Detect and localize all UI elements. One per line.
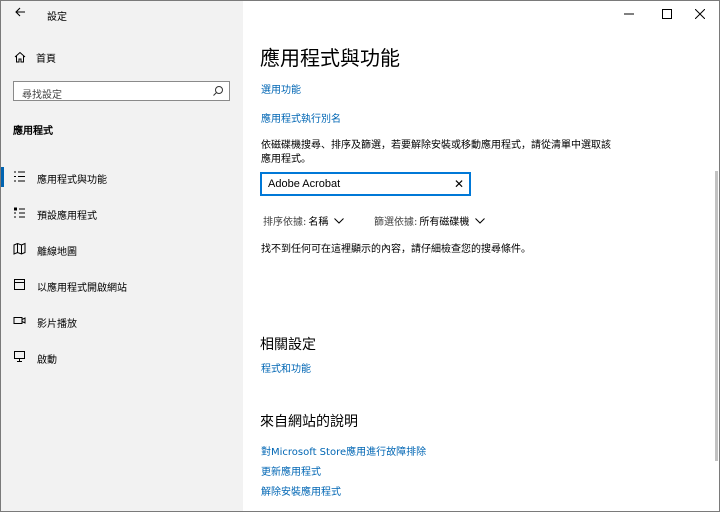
sort-dropdown[interactable]: 排序依據: 名稱 xyxy=(263,213,345,228)
update-apps-link[interactable]: 更新應用程式 xyxy=(261,463,321,478)
close-button[interactable] xyxy=(681,1,719,27)
video-icon xyxy=(13,317,26,324)
active-indicator xyxy=(1,167,4,187)
sidebar-section-title: 應用程式 xyxy=(13,126,53,137)
filter-drive-dropdown[interactable]: 篩選依據: 所有磁碟機 xyxy=(374,213,486,228)
page-title: 應用程式與功能 xyxy=(260,46,400,70)
minimize-button[interactable] xyxy=(610,1,648,27)
search-placeholder: 尋找設定 xyxy=(22,90,62,101)
sidebar-item-label: 啟動 xyxy=(37,355,57,366)
sidebar-item-label: 預設應用程式 xyxy=(37,211,97,222)
map-icon xyxy=(13,242,26,255)
optional-features-link[interactable]: 選用功能 xyxy=(261,81,301,96)
vertical-scrollbar[interactable] xyxy=(715,171,718,461)
no-results-message: 找不到任何可在這裡顯示的內容，請仔細檢查您的搜尋條件。 xyxy=(261,244,531,255)
clear-search-icon[interactable]: ✕ xyxy=(454,177,464,191)
default-apps-icon xyxy=(14,207,25,218)
settings-window: 設定 首頁 尋找設定 應用程式 應用程式與功能 預設應用程式 離線地圖 以應用程… xyxy=(0,0,720,512)
sidebar-item-label: 應用程式與功能 xyxy=(37,175,107,186)
close-icon xyxy=(695,9,705,19)
back-arrow-icon xyxy=(15,7,25,17)
filter-by-value: 所有磁碟機 xyxy=(419,217,470,228)
home-icon xyxy=(14,51,26,63)
home-label: 首頁 xyxy=(36,53,56,65)
open-with-icon xyxy=(14,279,25,290)
sidebar-item-video-playback[interactable]: 影片播放 xyxy=(1,303,243,339)
sidebar-item-label: 以應用程式開啟網站 xyxy=(37,283,127,294)
app-aliases-link[interactable]: 應用程式執行別名 xyxy=(261,110,341,125)
uninstall-apps-link[interactable]: 解除安裝應用程式 xyxy=(261,483,341,498)
sidebar-item-label: 離線地圖 xyxy=(37,247,77,258)
apps-list-icon xyxy=(14,171,25,182)
back-button[interactable] xyxy=(11,5,29,23)
programs-features-link[interactable]: 程式和功能 xyxy=(261,360,311,375)
sidebar-nav: 應用程式與功能 預設應用程式 離線地圖 以應用程式開啟網站 影片播放 啟動 xyxy=(1,159,243,375)
related-settings-heading: 相關設定 xyxy=(260,337,316,353)
sort-label: 排序依據: xyxy=(263,217,307,228)
web-help-heading: 來自網站的說明 xyxy=(260,414,358,430)
chevron-down-icon xyxy=(475,217,486,224)
sidebar-item-apps-features[interactable]: 應用程式與功能 xyxy=(1,159,243,195)
search-icon[interactable] xyxy=(212,85,224,97)
app-search-input[interactable] xyxy=(268,176,448,192)
sidebar-item-default-apps[interactable]: 預設應用程式 xyxy=(1,195,243,231)
sidebar-item-home[interactable]: 首頁 xyxy=(14,48,56,66)
window-title: 設定 xyxy=(47,12,67,23)
filter-by-label: 篩選依據: xyxy=(374,217,418,228)
sidebar-item-startup[interactable]: 啟動 xyxy=(1,339,243,375)
description-text: 依磁碟機搜尋、排序及篩選，若要解除安裝或移動應用程式，請從清單中選取該應用程式。 xyxy=(261,140,611,165)
main-content: 應用程式與功能 選用功能 應用程式執行別名 依磁碟機搜尋、排序及篩選，若要解除安… xyxy=(243,1,719,511)
minimize-icon xyxy=(624,13,634,15)
sidebar-item-apps-for-websites[interactable]: 以應用程式開啟網站 xyxy=(1,267,243,303)
sort-value: 名稱 xyxy=(308,217,329,228)
chevron-down-icon xyxy=(334,217,345,224)
app-search-box[interactable]: ✕ xyxy=(260,172,471,196)
settings-search-input[interactable]: 尋找設定 xyxy=(13,81,230,101)
maximize-icon xyxy=(662,9,672,19)
startup-icon xyxy=(14,351,25,362)
sidebar-item-label: 影片播放 xyxy=(37,319,77,330)
troubleshoot-store-link[interactable]: 對Microsoft Store應用進行故障排除 xyxy=(261,443,426,458)
sidebar-item-offline-maps[interactable]: 離線地圖 xyxy=(1,231,243,267)
sidebar: 設定 首頁 尋找設定 應用程式 應用程式與功能 預設應用程式 離線地圖 以應用程… xyxy=(1,1,243,511)
